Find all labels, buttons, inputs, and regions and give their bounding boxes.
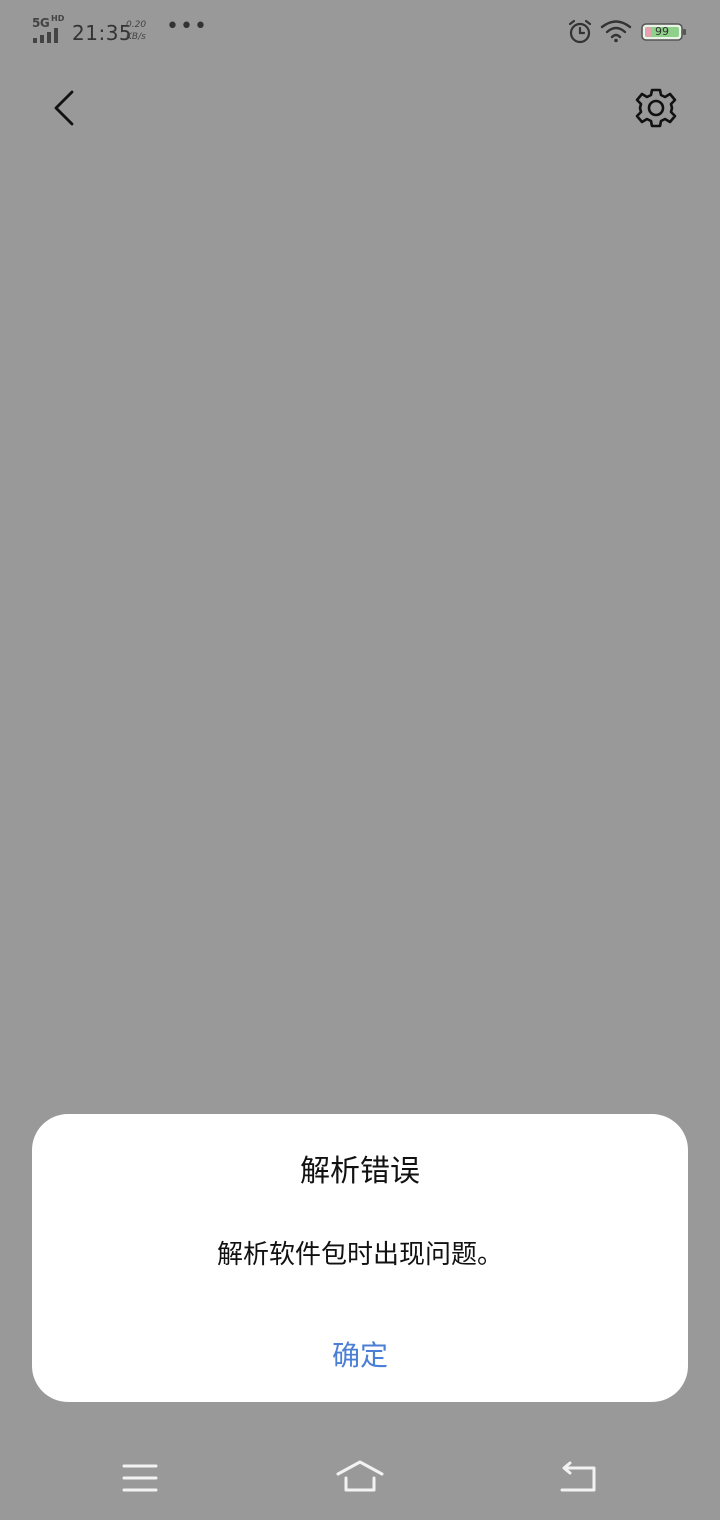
settings-button[interactable] <box>630 82 682 134</box>
return-icon <box>560 1461 596 1492</box>
more-notifications-icon: ••• <box>166 14 208 39</box>
home-icon <box>336 1460 384 1492</box>
nav-back-button[interactable] <box>552 1456 604 1500</box>
clock: 21:35 <box>72 21 133 45</box>
network-speed: 0.20 KB/s <box>126 19 156 43</box>
network-hd-badge: HD <box>51 14 65 23</box>
dialog-message: 解析软件包时出现问题。 <box>216 1240 503 1270</box>
dialog-title: 解析错误 <box>300 1154 420 1189</box>
nav-menu-button[interactable] <box>114 1456 166 1500</box>
confirm-button[interactable]: 确定 <box>260 1328 460 1384</box>
network-speed-unit: KB/s <box>126 32 146 42</box>
error-dialog: 解析错误 解析软件包时出现问题。 确定 <box>32 1114 688 1402</box>
back-button[interactable] <box>40 84 88 132</box>
network-speed-value: 0.20 <box>126 20 147 30</box>
menu-icon <box>122 1464 158 1492</box>
gear-icon <box>635 88 677 128</box>
nav-home-button[interactable] <box>330 1452 390 1500</box>
signal-icon <box>33 28 58 43</box>
wifi-icon <box>600 20 632 43</box>
status-bar: 5G HD 21:35 0.20 KB/s ••• 99 <box>0 0 720 64</box>
battery-level: 99 <box>655 25 669 38</box>
back-arrow-icon <box>54 90 74 126</box>
alarm-icon <box>568 19 592 44</box>
